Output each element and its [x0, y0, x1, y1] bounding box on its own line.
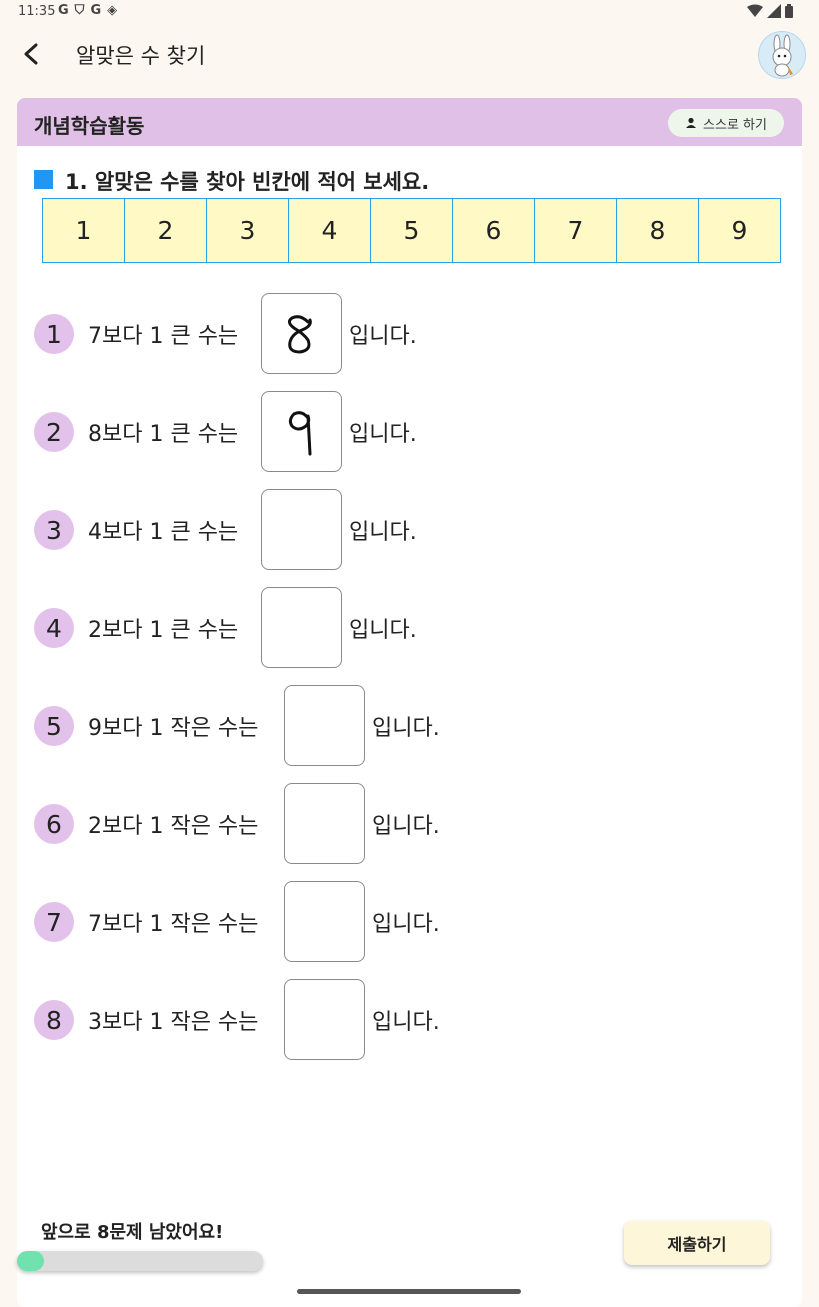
section-header: 개념학습활동 스스로 하기 [17, 98, 802, 146]
number-cell: 2 [125, 199, 207, 262]
problem-number-badge: 5 [34, 706, 74, 746]
answer-box[interactable] [284, 685, 365, 766]
status-bar: 11:35 G⛉G◈ [0, 0, 819, 26]
submit-button[interactable]: 제출하기 [624, 1221, 770, 1265]
problem-text: 7보다 1 작은 수는 [88, 912, 259, 937]
number-cell: 4 [289, 199, 371, 262]
diamond-icon: ◈ [107, 3, 124, 18]
shield-icon: ⛉ [74, 3, 91, 18]
progress-fill [17, 1251, 45, 1271]
problem-text: 2보다 1 큰 수는 [88, 618, 239, 643]
problem-text: 4보다 1 큰 수는 [88, 520, 239, 545]
wifi-icon [747, 4, 763, 17]
progress-bar [17, 1251, 263, 1271]
page-title: 알맞은 수 찾기 [76, 44, 206, 68]
problem-suffix: 입니다. [372, 912, 440, 937]
status-time: 11:35 [18, 4, 56, 19]
problem-suffix: 입니다. [372, 1010, 440, 1035]
number-cell: 8 [617, 199, 699, 262]
answer-box[interactable] [261, 587, 342, 668]
self-study-button[interactable]: 스스로 하기 [668, 109, 784, 137]
answer-box[interactable] [284, 881, 365, 962]
number-cell: 5 [371, 199, 453, 262]
problem-suffix: 입니다. [372, 716, 440, 741]
activity-card: 개념학습활동 스스로 하기 1. 알맞은 수를 찾아 빈칸에 적어 보세요. 1… [17, 98, 802, 1307]
avatar[interactable] [758, 31, 806, 79]
number-cell: 1 [43, 199, 125, 262]
problem-suffix: 입니다. [349, 422, 417, 447]
signal-icon [767, 4, 781, 18]
problem-number-badge: 7 [34, 902, 74, 942]
number-cell: 9 [699, 199, 780, 262]
problem-suffix: 입니다. [349, 324, 417, 349]
problem-text: 7보다 1 큰 수는 [88, 324, 239, 349]
problem-number-badge: 1 [34, 314, 74, 354]
self-study-label: 스스로 하기 [703, 117, 767, 133]
problem-suffix: 입니다. [349, 618, 417, 643]
home-indicator[interactable] [297, 1289, 521, 1294]
problem-suffix: 입니다. [372, 814, 440, 839]
number-cell: 6 [453, 199, 535, 262]
problem-text: 9보다 1 작은 수는 [88, 716, 259, 741]
question-marker-icon [34, 170, 53, 189]
problem-number-badge: 4 [34, 608, 74, 648]
problem-text: 3보다 1 작은 수는 [88, 1010, 259, 1035]
app-bar: 알맞은 수 찾기 [0, 26, 819, 86]
handwritten-answer [287, 314, 312, 353]
google-icon: G [58, 3, 75, 18]
problem-text: 2보다 1 작은 수는 [88, 814, 259, 839]
number-cell: 7 [535, 199, 617, 262]
problem-number-badge: 8 [34, 1000, 74, 1040]
answer-box[interactable] [261, 293, 342, 374]
number-cell: 3 [207, 199, 289, 262]
status-notification-icons: G⛉G◈ [58, 3, 123, 18]
answer-box[interactable] [261, 391, 342, 472]
problem-number-badge: 6 [34, 804, 74, 844]
battery-icon [785, 4, 793, 18]
section-title: 개념학습활동 [34, 114, 145, 138]
google-icon: G [90, 3, 108, 18]
question-title: 1. 알맞은 수를 찾아 빈칸에 적어 보세요. [65, 170, 430, 194]
problem-number-badge: 3 [34, 510, 74, 550]
problem-number-badge: 2 [34, 412, 74, 452]
answer-box[interactable] [284, 979, 365, 1060]
problem-text: 8보다 1 큰 수는 [88, 422, 239, 447]
back-arrow-icon [24, 43, 38, 65]
answer-box[interactable] [284, 783, 365, 864]
remaining-count-text: 앞으로 8문제 남았어요! [41, 1222, 224, 1243]
status-system-icons [747, 4, 793, 18]
number-table: 1 2 3 4 5 6 7 8 9 [42, 198, 781, 263]
problem-suffix: 입니다. [349, 520, 417, 545]
back-button[interactable] [14, 36, 50, 72]
person-icon [686, 117, 697, 128]
handwritten-answer [288, 410, 311, 455]
rabbit-mascot-icon [772, 34, 793, 77]
answer-box[interactable] [261, 489, 342, 570]
